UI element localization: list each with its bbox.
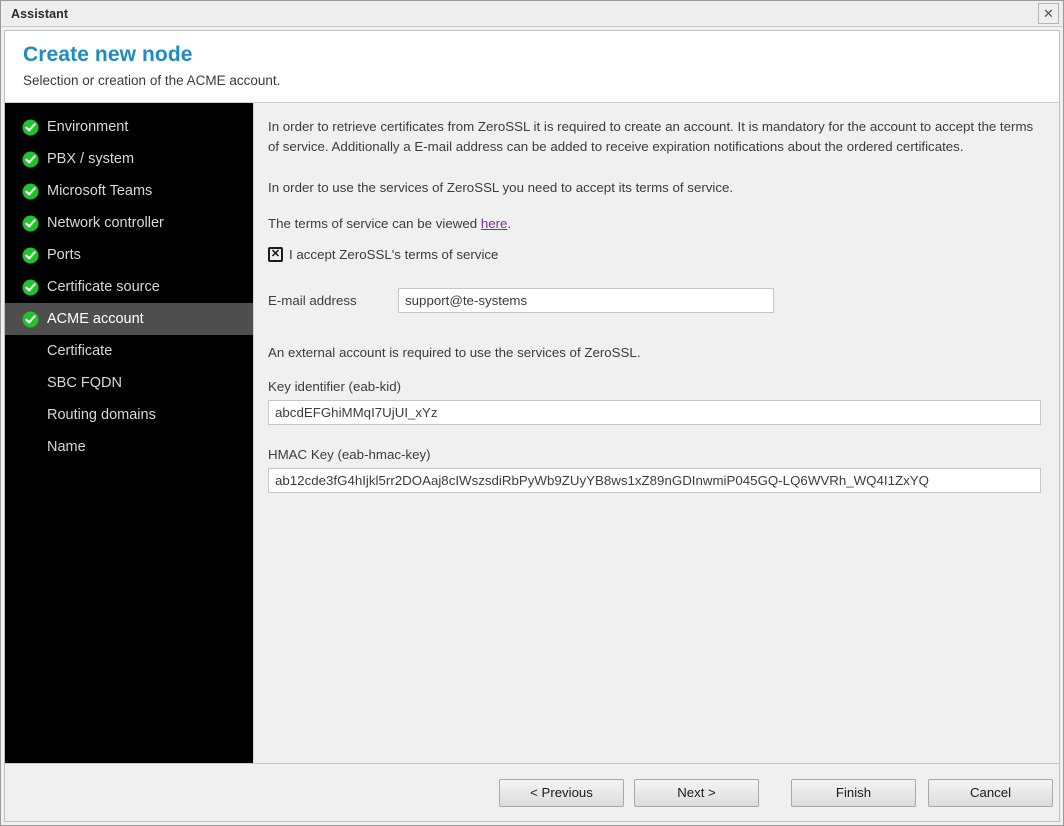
wizard-body: Environment PBX / system Microsoft Teams xyxy=(5,103,1059,763)
check-circle-icon xyxy=(22,119,39,136)
sidebar-item-routing-domains[interactable]: Routing domains xyxy=(5,399,253,431)
page-title: Create new node xyxy=(23,43,193,66)
window-title: Assistant xyxy=(11,6,69,21)
key-identifier-input[interactable] xyxy=(268,399,1041,425)
next-button[interactable]: Next > xyxy=(634,778,759,807)
external-account-paragraph: An external account is required to use t… xyxy=(268,345,641,361)
sidebar-item-label: PBX / system xyxy=(47,151,135,167)
accept-terms-checkbox[interactable]: ✕ xyxy=(268,247,283,263)
sidebar-item-label: SBC FQDN xyxy=(47,375,122,391)
sidebar-item-name[interactable]: Name xyxy=(5,431,253,463)
wizard-panel: Create new node Selection or creation of… xyxy=(4,30,1060,822)
checkbox-check-glyph: ✕ xyxy=(270,248,281,261)
check-circle-icon xyxy=(22,183,39,200)
sidebar-item-label: Environment xyxy=(47,119,129,135)
check-circle-icon xyxy=(22,247,39,264)
key-identifier-label: Key identifier (eab-kid) xyxy=(268,378,402,394)
sidebar-item-label: Certificate xyxy=(47,343,113,359)
sidebar-item-label: Certificate source xyxy=(47,279,160,295)
email-input[interactable] xyxy=(398,288,774,314)
email-row: E-mail address xyxy=(268,288,1041,314)
sidebar-item-certificate[interactable]: Certificate xyxy=(5,335,253,367)
close-glyph: ✕ xyxy=(1043,6,1054,21)
email-label: E-mail address xyxy=(268,293,357,309)
tos-prefix-text: The terms of service can be viewed xyxy=(268,215,481,231)
main-content: In order to retrieve certificates from Z… xyxy=(254,103,1059,763)
accept-terms-row: ✕ I accept ZeroSSL's terms of service xyxy=(268,247,1041,263)
check-circle-icon xyxy=(22,311,39,328)
sidebar-item-label: Microsoft Teams xyxy=(47,183,153,199)
check-circle-icon xyxy=(22,215,39,232)
sidebar-item-sbc-fqdn[interactable]: SBC FQDN xyxy=(5,367,253,399)
sidebar-item-label: ACME account xyxy=(47,311,144,327)
sidebar-item-environment[interactable]: Environment xyxy=(5,111,253,143)
sidebar-item-network-controller[interactable]: Network controller xyxy=(5,207,253,239)
terms-of-service-line: The terms of service can be viewed here. xyxy=(268,214,1041,234)
close-icon[interactable]: ✕ xyxy=(1038,3,1059,24)
wizard-step-sidebar: Environment PBX / system Microsoft Teams xyxy=(5,103,254,763)
hmac-key-input[interactable] xyxy=(268,467,1041,493)
page-subtitle: Selection or creation of the ACME accoun… xyxy=(23,73,281,88)
accept-terms-paragraph: In order to use the services of ZeroSSL … xyxy=(268,180,734,196)
tos-suffix-text: . xyxy=(507,215,512,231)
terms-of-service-link[interactable]: here xyxy=(481,216,508,231)
sidebar-item-label: Ports xyxy=(47,247,81,263)
sidebar-item-ports[interactable]: Ports xyxy=(5,239,253,271)
cancel-button[interactable]: Cancel xyxy=(928,778,1053,807)
accept-terms-label[interactable]: I accept ZeroSSL's terms of service xyxy=(289,247,498,262)
sidebar-item-microsoft-teams[interactable]: Microsoft Teams xyxy=(5,175,253,207)
wizard-footer: < Previous Next > Finish Cancel xyxy=(5,763,1059,821)
assistant-window: Assistant ✕ Create new node Selection or… xyxy=(0,0,1064,826)
sidebar-item-acme-account[interactable]: ACME account xyxy=(5,303,253,335)
sidebar-item-pbx-system[interactable]: PBX / system xyxy=(5,143,253,175)
sidebar-item-label: Name xyxy=(47,439,86,455)
sidebar-item-certificate-source[interactable]: Certificate source xyxy=(5,271,253,303)
previous-button[interactable]: < Previous xyxy=(499,778,624,807)
hmac-key-label: HMAC Key (eab-hmac-key) xyxy=(268,446,431,462)
finish-button[interactable]: Finish xyxy=(791,778,916,807)
check-circle-icon xyxy=(22,279,39,296)
intro-paragraph: In order to retrieve certificates from Z… xyxy=(268,119,1034,154)
check-circle-icon xyxy=(22,151,39,168)
page-header: Create new node Selection or creation of… xyxy=(5,31,1059,103)
sidebar-item-label: Routing domains xyxy=(47,407,156,423)
sidebar-item-label: Network controller xyxy=(47,215,164,231)
window-titlebar: Assistant ✕ xyxy=(1,1,1063,27)
